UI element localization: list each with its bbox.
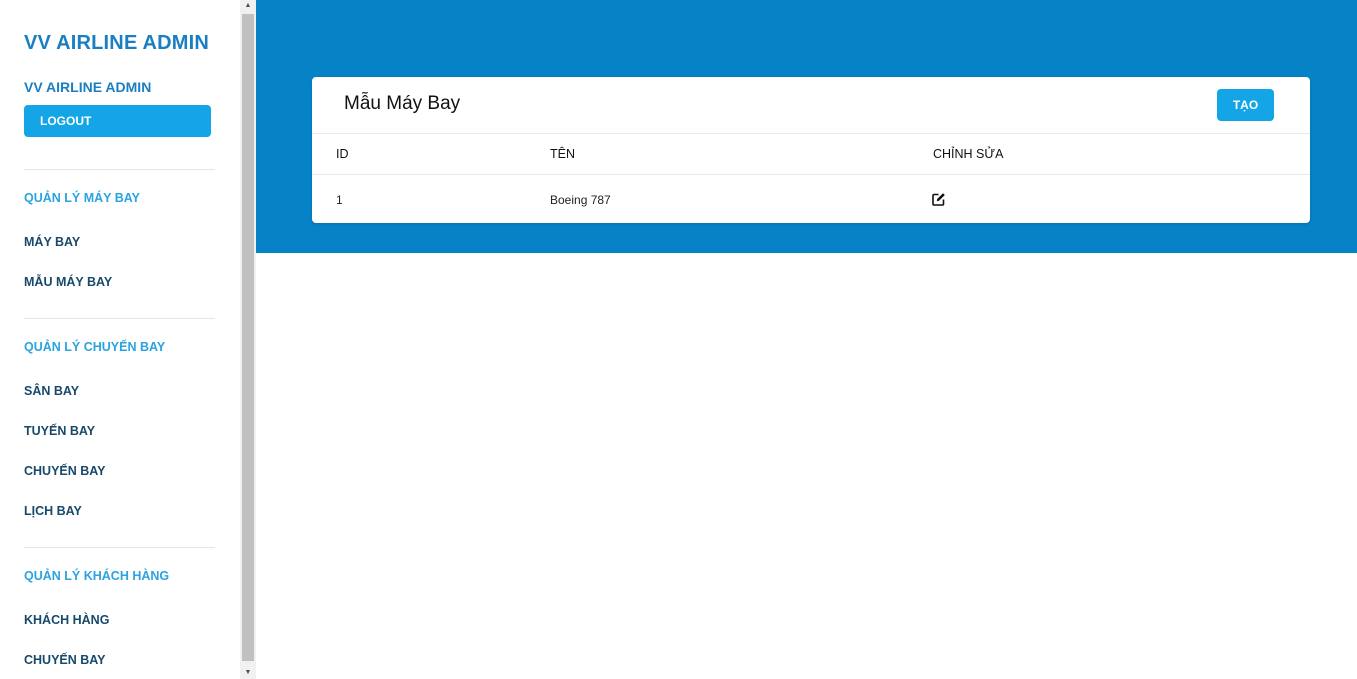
- sidebar-item-customer-flights[interactable]: CHUYẾN BAY: [24, 653, 106, 667]
- section-title-aircraft: QUẢN LÝ MÁY BAY: [24, 191, 140, 205]
- create-button[interactable]: TẠO: [1217, 89, 1274, 121]
- user-name: VV AIRLINE ADMIN: [24, 79, 152, 95]
- section-title-flights: QUẢN LÝ CHUYẾN BAY: [24, 340, 166, 354]
- logout-button[interactable]: LOGOUT: [24, 105, 211, 137]
- column-header-id: ID: [336, 147, 349, 161]
- cell-name: Boeing 787: [550, 193, 611, 207]
- edit-icon[interactable]: [932, 192, 946, 206]
- aircraft-models-card: Mẫu Máy Bay TẠO ID TÊN CHỈNH SỬA 1 Boein…: [312, 77, 1310, 223]
- header-divider: [312, 133, 1310, 134]
- sidebar-item-routes[interactable]: TUYẾN BAY: [24, 424, 95, 438]
- sidebar-divider: [24, 547, 215, 548]
- sidebar-divider: [24, 318, 215, 319]
- sidebar-item-aircraft[interactable]: MÁY BAY: [24, 235, 80, 249]
- page-title: Mẫu Máy Bay: [344, 93, 461, 114]
- brand-title: VV AIRLINE ADMIN: [24, 32, 210, 54]
- sidebar: VV AIRLINE ADMIN VV AIRLINE ADMIN LOGOUT…: [0, 0, 240, 679]
- column-header-name: TÊN: [550, 147, 575, 161]
- cell-id: 1: [336, 193, 343, 207]
- sidebar-scrollbar[interactable]: ▲ ▼: [240, 0, 256, 679]
- sidebar-item-flights[interactable]: CHUYẾN BAY: [24, 464, 106, 478]
- sidebar-item-aircraft-models[interactable]: MẪU MÁY BAY: [24, 275, 112, 289]
- scroll-up-icon[interactable]: ▲: [240, 0, 256, 12]
- sidebar-item-customers[interactable]: KHÁCH HÀNG: [24, 613, 109, 627]
- column-header-edit: CHỈNH SỬA: [933, 147, 1004, 161]
- sidebar-item-airports[interactable]: SÂN BAY: [24, 384, 79, 398]
- row-divider: [312, 174, 1310, 175]
- sidebar-item-schedule[interactable]: LỊCH BAY: [24, 504, 82, 518]
- scroll-down-icon[interactable]: ▼: [240, 667, 256, 679]
- scrollbar-thumb[interactable]: [242, 14, 254, 661]
- section-title-customers: QUẢN LÝ KHÁCH HÀNG: [24, 569, 170, 583]
- sidebar-divider: [24, 169, 215, 170]
